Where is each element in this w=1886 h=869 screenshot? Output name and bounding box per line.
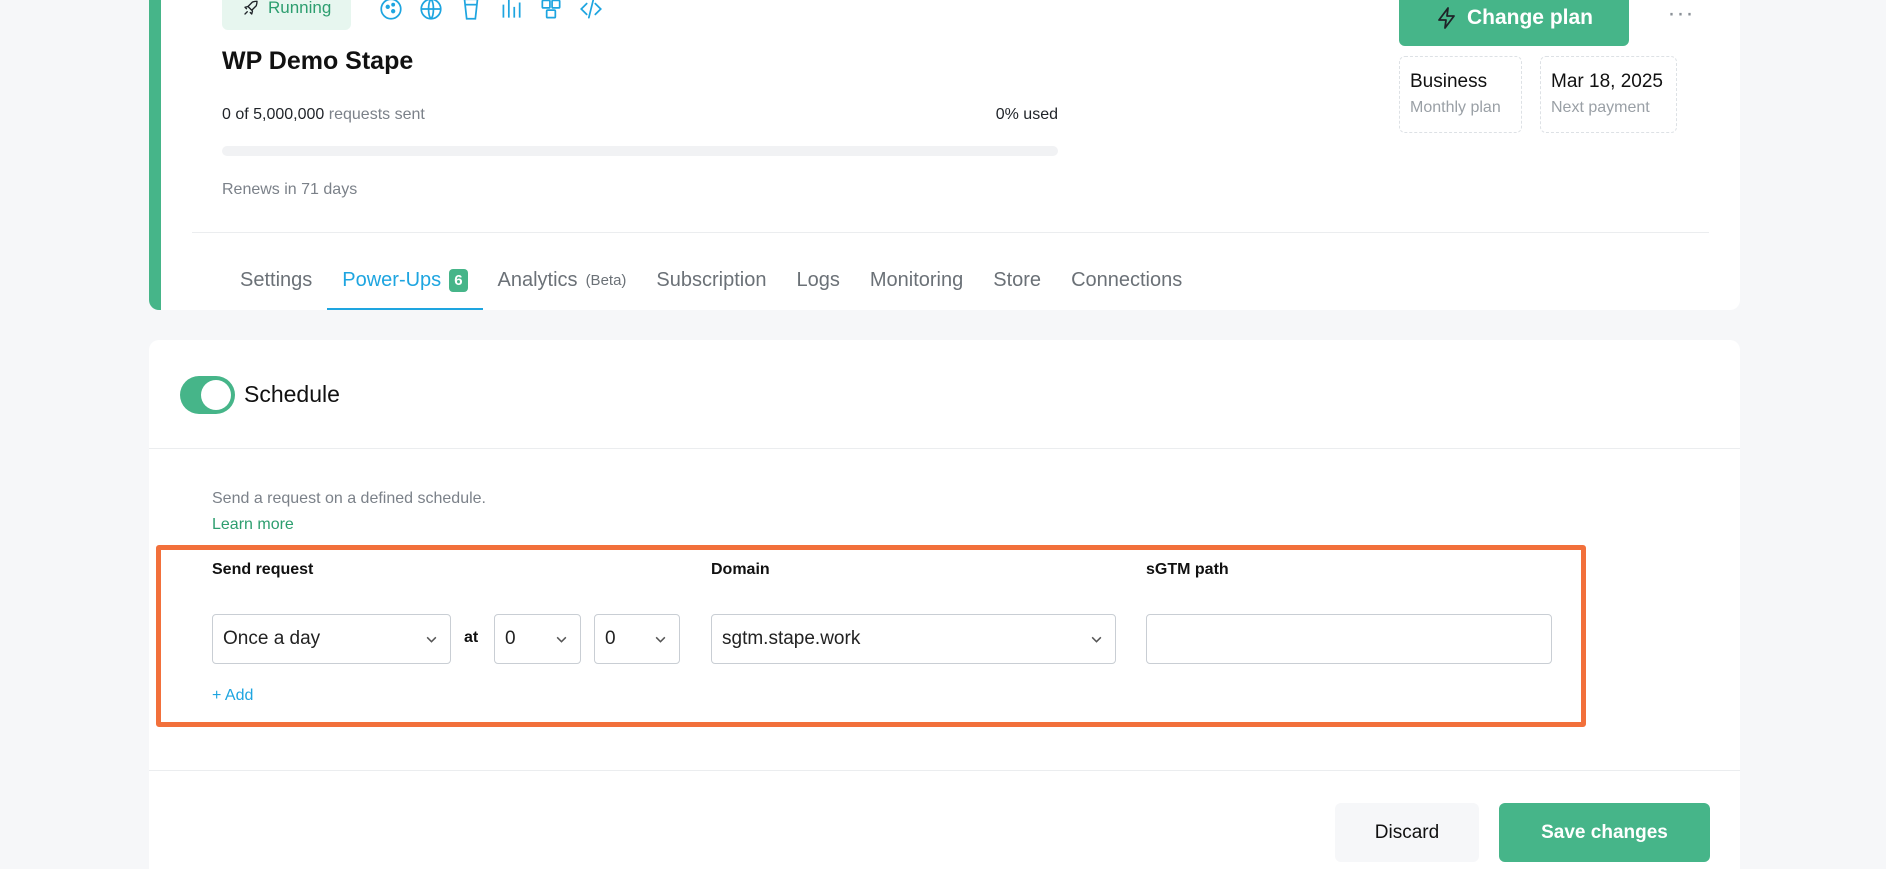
tab-label: Settings: [240, 268, 313, 291]
status-text: Running: [268, 0, 332, 17]
change-plan-label: Change plan: [1466, 6, 1593, 29]
next-payment-box: Mar 18, 2025 Next payment: [1540, 56, 1677, 133]
sgtm-path-input[interactable]: [1146, 614, 1552, 664]
chevron-down-icon: [426, 636, 437, 643]
domain-value: sgtm.stape.work: [722, 628, 861, 649]
status-accent-bar: [149, 0, 161, 310]
schedule-title: Schedule: [244, 381, 340, 407]
schedule-toggle[interactable]: [180, 376, 235, 414]
tab-label: Store: [993, 268, 1042, 291]
chevron-down-icon: [655, 636, 666, 643]
header-divider: [192, 232, 1709, 233]
tab-power-ups[interactable]: Power-Ups 6: [327, 250, 483, 310]
tab-logs[interactable]: Logs: [781, 250, 854, 310]
tab-label: Logs: [796, 268, 840, 291]
tab-analytics[interactable]: Analytics (Beta): [483, 250, 642, 310]
footer-divider: [149, 770, 1740, 771]
usage-progress-bar: [222, 146, 1058, 156]
usage-percent: 0% used: [995, 106, 1058, 123]
minute-select[interactable]: 0: [594, 614, 680, 664]
domain-select[interactable]: sgtm.stape.work: [711, 614, 1116, 664]
domain-label: Domain: [711, 561, 770, 578]
container-tabs: Settings Power-Ups 6 Analytics (Beta) Su…: [225, 250, 1197, 310]
tab-label: Power-Ups: [342, 268, 442, 291]
container-card: Running WP Demo Stape 0 of 5,000,000 req…: [149, 0, 1740, 310]
tab-settings[interactable]: Settings: [225, 250, 327, 310]
plan-period: Monthly plan: [1410, 99, 1501, 116]
globe-icon: [420, 0, 442, 20]
tab-label: Monitoring: [869, 268, 964, 291]
status-badge: Running: [222, 0, 352, 30]
discard-button[interactable]: Discard: [1335, 803, 1479, 862]
schedule-header: Schedule: [149, 340, 1740, 449]
chevron-down-icon: [556, 636, 567, 643]
next-payment-label: Next payment: [1551, 99, 1650, 116]
hour-select[interactable]: 0: [494, 614, 581, 664]
container-title: WP Demo Stape: [222, 47, 414, 75]
tab-label: Analytics: [497, 268, 578, 291]
beta-tag: (Beta): [585, 271, 627, 289]
send-request-label: Send request: [212, 561, 314, 578]
requests-sent: 0 of 5,000,000 requests sent: [222, 106, 425, 124]
rocket-icon: [244, 0, 258, 15]
signal-bars-icon: [502, 0, 521, 18]
schedule-card: Schedule Send a request on a defined sch…: [149, 340, 1740, 869]
tab-store[interactable]: Store: [978, 250, 1056, 310]
learn-more-link[interactable]: Learn more: [212, 516, 294, 534]
chevron-down-icon: [1091, 636, 1102, 643]
cup-icon: [463, 0, 479, 20]
feature-icons: [378, 0, 604, 22]
plan-info-box: Business Monthly plan: [1399, 56, 1522, 133]
lightning-icon: [1438, 7, 1455, 29]
code-icon: [580, 0, 602, 19]
requests-count: 0 of 5,000,000: [222, 106, 325, 123]
puzzle-icon: [541, 0, 561, 19]
tab-label: Connections: [1071, 268, 1183, 291]
power-ups-count-badge: 6: [449, 268, 468, 292]
tab-label: Subscription: [656, 268, 767, 291]
tab-subscription[interactable]: Subscription: [641, 250, 781, 310]
save-changes-button[interactable]: Save changes: [1499, 803, 1710, 862]
send-request-value: Once a day: [223, 628, 321, 649]
plan-name: Business: [1410, 71, 1488, 92]
hour-value: 0: [505, 628, 516, 649]
schedule-description: Send a request on a defined schedule.: [212, 490, 486, 507]
tab-connections[interactable]: Connections: [1056, 250, 1197, 310]
minute-value: 0: [605, 628, 616, 649]
at-label: at: [464, 629, 479, 646]
change-plan-button[interactable]: Change plan: [1399, 0, 1629, 46]
send-request-select[interactable]: Once a day: [212, 614, 451, 664]
cookie-icon: [380, 0, 402, 20]
add-schedule-link[interactable]: + Add: [212, 687, 253, 705]
requests-suffix: requests sent: [328, 106, 425, 123]
renews-text: Renews in 71 days: [222, 181, 358, 198]
next-payment-date: Mar 18, 2025: [1551, 71, 1663, 92]
tab-monitoring[interactable]: Monitoring: [855, 250, 978, 310]
sgtm-path-label: sGTM path: [1146, 561, 1229, 578]
more-options-icon[interactable]: ···: [1661, 0, 1701, 30]
toggle-knob: [201, 380, 231, 410]
